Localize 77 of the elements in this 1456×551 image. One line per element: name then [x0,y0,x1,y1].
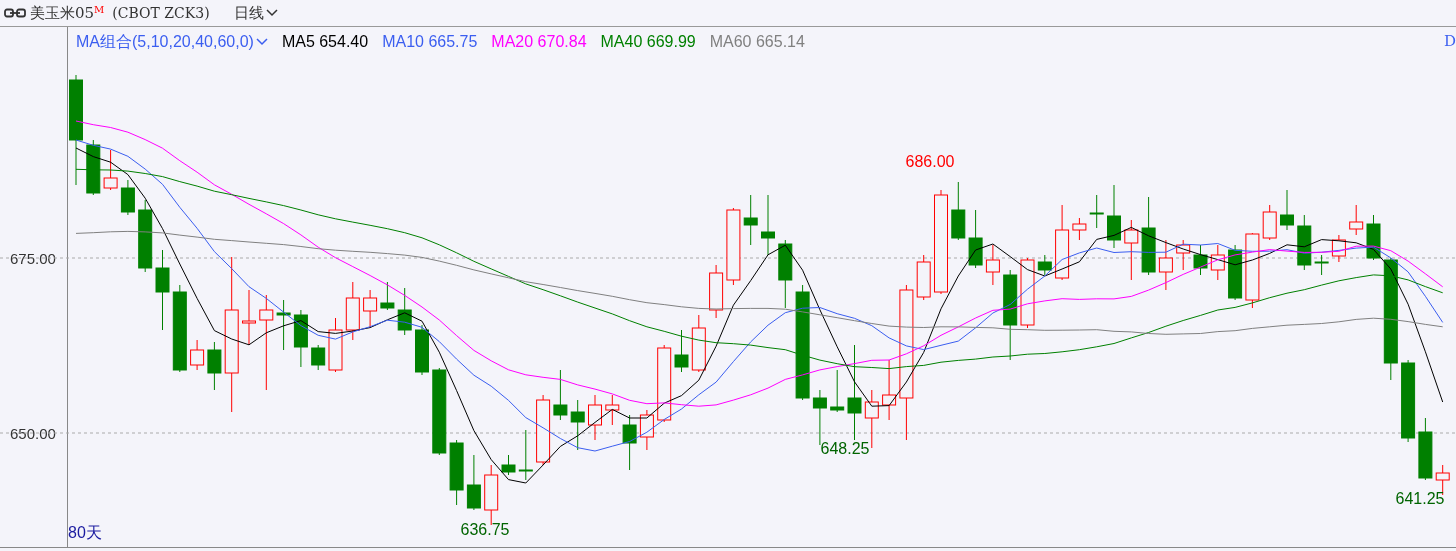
candlestick [242,289,256,346]
candlestick [518,429,533,481]
candlestick [1072,217,1087,241]
y-axis-label: 650.00 [10,424,56,444]
candlestick [1314,254,1329,276]
candlestick [882,359,897,421]
contract-code: (CBOT ZCK3) [112,3,210,23]
candlestick [311,344,326,371]
candlestick [120,179,135,216]
ma-legend-value: MA60 665.14 [709,32,805,52]
chevron-down-icon [265,9,278,17]
candlestick [293,309,308,368]
candlestick [761,194,775,256]
link-icon[interactable] [4,8,26,18]
candlestick [501,454,516,476]
candlestick [1228,244,1243,301]
candlestick [380,281,395,311]
chevron-down-icon [255,38,268,46]
candlestick [951,181,966,241]
candlestick [916,254,931,301]
candlestick [1107,184,1121,249]
ma-legend-value: MA40 669.99 [600,32,696,52]
candlestick [276,299,291,351]
candlestick [639,409,654,451]
candlestick [830,369,845,413]
candlestick [1418,417,1433,481]
candlestick [778,239,793,309]
candlestick [570,399,585,451]
candlestick [1158,239,1173,291]
high-price-label: 686.00 [905,152,955,172]
low-price-label: 636.75 [460,520,510,540]
candlestick [1089,194,1104,229]
candlestick [1280,189,1294,231]
low-price-label: 648.25 [820,439,870,459]
candlestick [605,394,620,426]
candlestick [1037,254,1052,276]
candlestick [449,439,464,506]
range-label: 80天 [68,523,102,543]
ma-combo-dropdown[interactable]: MA组合(5,10,20,40,60,0) [76,30,268,54]
candlestick [968,209,983,269]
ma-legend-value: MA5 654.40 [281,32,369,52]
candlestick [1366,214,1381,261]
candlestick [553,369,568,421]
candlestick [397,287,412,336]
candlestick [709,264,724,319]
candlestick [1331,234,1346,263]
candlestick [86,139,101,196]
period-dropdown[interactable]: 日线 [233,1,278,25]
y-axis-label: 675.00 [10,249,56,269]
candlestick [691,314,706,373]
candlestick [466,454,481,511]
candlestick [1210,244,1225,281]
ma-legend-value: MA10 665.75 [382,32,478,52]
candlestick [1176,239,1191,271]
candlestick [1124,219,1139,281]
candlestick [985,244,1000,286]
candlestick [1262,204,1277,241]
low-price-label: 641.25 [1395,489,1445,509]
ma-legend-value: MA20 670.84 [491,32,587,52]
candlestick [103,149,118,191]
candlestick [536,394,551,466]
instrument-title: 美玉米05$^{M}$ [30,2,105,24]
candlestick [363,289,378,329]
candlestick [415,324,429,376]
candlestick [1193,244,1208,276]
candlestick [1349,204,1364,236]
candlestick [674,329,689,373]
candlestick [328,317,343,373]
candlestick [622,414,637,471]
candlestick [1297,214,1312,271]
candlestick [588,394,602,441]
candlestick [1020,257,1035,329]
candlestick [190,339,205,371]
candlestick [345,281,360,341]
candlestick [207,341,222,391]
edge-label: D [1443,31,1456,52]
candlestick [743,194,758,246]
